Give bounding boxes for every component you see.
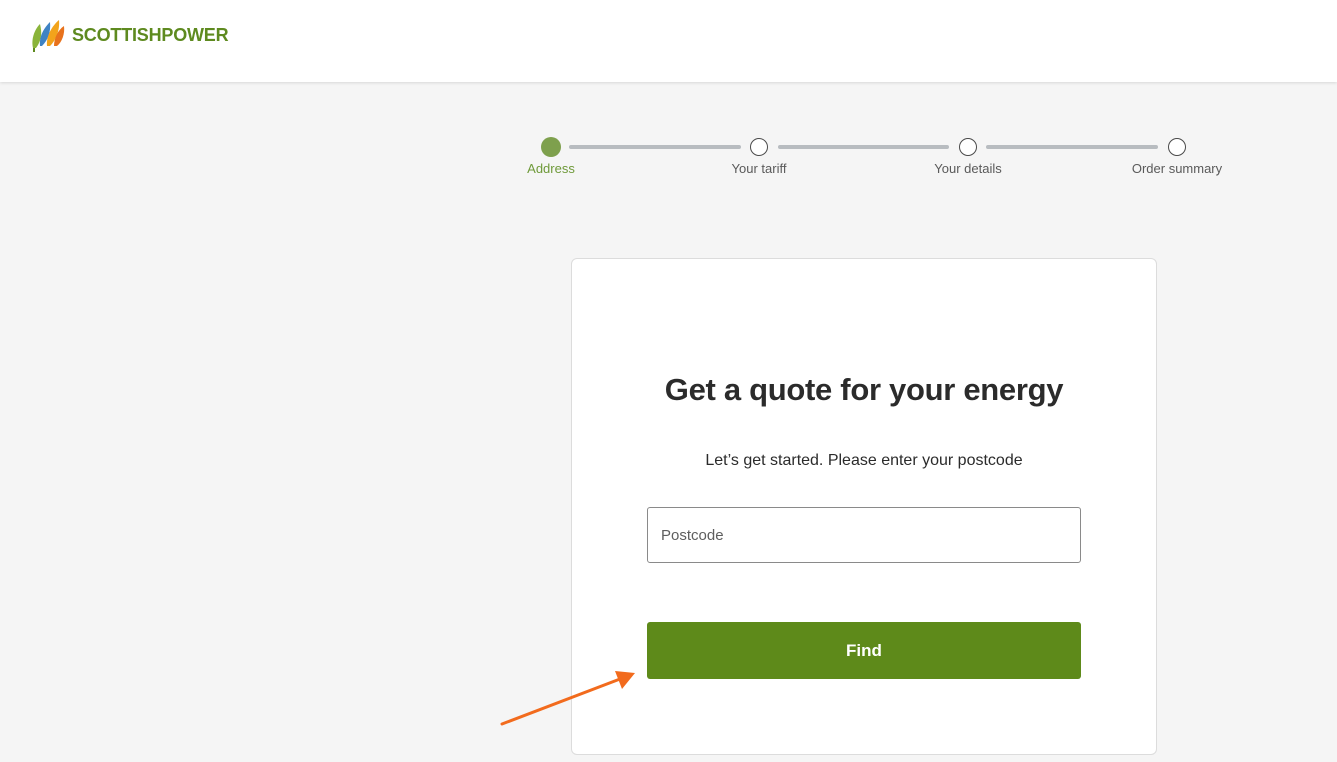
find-button[interactable]: Find xyxy=(647,622,1081,679)
step-connector xyxy=(986,145,1158,149)
arrow-annotation-icon xyxy=(500,671,635,726)
step-summary-label: Order summary xyxy=(1131,161,1223,176)
quote-card: Get a quote for your energy Let’s get st… xyxy=(571,258,1157,755)
step-summary-indicator xyxy=(1168,138,1186,156)
progress-stepper: Address Your tariff Your details Order s… xyxy=(0,0,1337,200)
postcode-input[interactable] xyxy=(647,507,1081,563)
step-address-indicator xyxy=(541,137,561,157)
step-connector xyxy=(778,145,949,149)
step-address-label: Address xyxy=(527,161,575,176)
step-connector xyxy=(569,145,741,149)
step-details-label: Your details xyxy=(934,161,1002,176)
step-tariff-indicator xyxy=(750,138,768,156)
step-tariff-label: Your tariff xyxy=(731,161,787,176)
step-details-indicator xyxy=(959,138,977,156)
page-title: Get a quote for your energy xyxy=(664,372,1064,407)
card-subtitle: Let’s get started. Please enter your pos… xyxy=(705,452,1023,469)
